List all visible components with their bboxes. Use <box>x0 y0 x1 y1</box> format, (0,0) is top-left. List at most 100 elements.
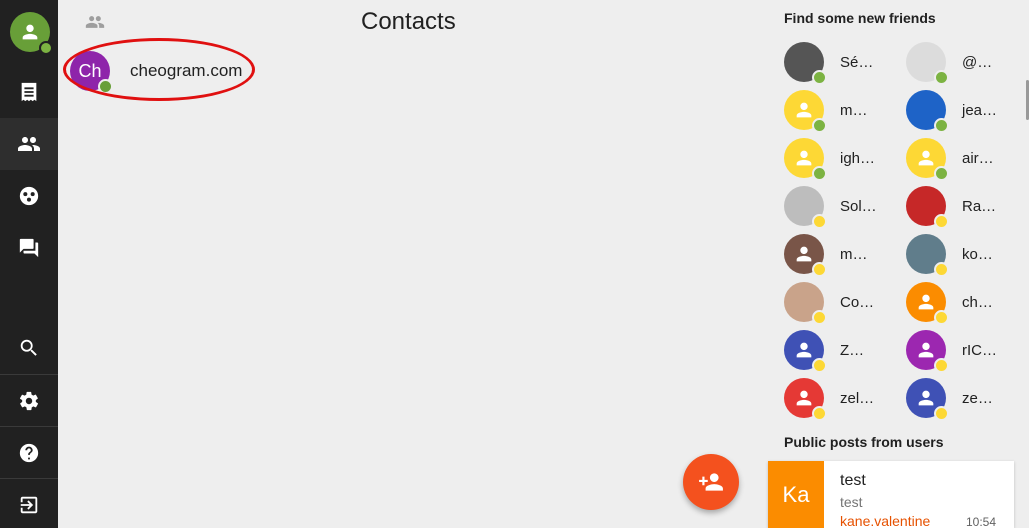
avatar <box>906 90 949 133</box>
suggestions-title: Find some new friends <box>784 10 936 26</box>
avatar <box>906 330 949 373</box>
friend-suggestion[interactable]: zel… <box>784 375 904 421</box>
person-icon <box>918 390 934 406</box>
help-icon <box>19 443 39 463</box>
nav-contacts[interactable] <box>0 118 58 170</box>
friend-name: Z… <box>840 341 865 359</box>
avatar <box>784 42 827 85</box>
avatar <box>784 186 827 229</box>
groups-icon <box>19 186 39 206</box>
friend-name: air… <box>962 149 994 167</box>
public-post-card[interactable]: Ka test test kane.valentine 10:54 <box>768 461 1014 528</box>
add-contact-button[interactable] <box>683 454 739 510</box>
avatar <box>906 234 949 277</box>
post-body: test <box>840 494 863 510</box>
contacts-header-icon <box>84 12 106 37</box>
friend-name: ze… <box>962 389 993 407</box>
friend-name: Ra… <box>962 197 997 215</box>
friend-suggestion[interactable]: m… <box>784 231 904 277</box>
avatar <box>906 282 949 325</box>
friend-name: Co… <box>840 293 875 311</box>
presence-dot <box>812 406 827 421</box>
forum-icon <box>19 238 39 258</box>
avatar: Ch <box>70 51 113 94</box>
avatar <box>906 186 949 229</box>
friend-suggestion[interactable]: ch… <box>906 279 1026 325</box>
people-icon <box>85 16 105 28</box>
nav-rail <box>0 0 58 528</box>
avatar <box>906 42 949 85</box>
friend-suggestion[interactable]: Co… <box>784 279 904 325</box>
avatar: Ka <box>768 461 824 528</box>
page-title: Contacts <box>361 8 456 35</box>
friend-name: igh… <box>840 149 876 167</box>
friend-suggestion[interactable]: jea… <box>906 87 1026 133</box>
friend-name: Sol… <box>840 197 877 215</box>
person-icon <box>918 294 934 310</box>
friend-suggestion[interactable]: Z… <box>784 327 904 373</box>
person-icon <box>796 390 812 406</box>
person-icon <box>22 24 38 40</box>
person-icon <box>918 342 934 358</box>
nav-logout[interactable] <box>0 479 58 528</box>
presence-dot <box>812 166 827 181</box>
friend-suggestion[interactable]: igh… <box>784 135 904 181</box>
friend-name: Sé… <box>840 53 874 71</box>
friend-suggestion[interactable]: Ra… <box>906 183 1026 229</box>
person-icon <box>796 342 812 358</box>
nav-settings[interactable] <box>0 375 58 427</box>
friend-name: @… <box>962 53 993 71</box>
nav-groups[interactable] <box>0 170 58 222</box>
post-time: 10:54 <box>966 515 997 528</box>
nav-help[interactable] <box>0 427 58 479</box>
contact-item[interactable]: Ch cheogram.com <box>70 46 242 96</box>
presence-dot <box>934 166 949 181</box>
presence-dot <box>812 214 827 229</box>
friend-suggestion[interactable]: Sé… <box>784 39 904 85</box>
friend-suggestion[interactable]: rIC… <box>906 327 1026 373</box>
presence-dot <box>812 358 827 373</box>
friend-name: m… <box>840 101 868 119</box>
friend-name: ko… <box>962 245 993 263</box>
presence-dot <box>98 79 113 94</box>
nav-search[interactable] <box>0 322 58 374</box>
presence-dot <box>934 262 949 277</box>
avatar <box>906 378 949 421</box>
person-icon <box>796 246 812 262</box>
friend-suggestion[interactable]: @… <box>906 39 1026 85</box>
presence-dot <box>812 70 827 85</box>
friend-name: jea… <box>962 101 998 119</box>
person-icon <box>796 102 812 118</box>
presence-dot <box>934 406 949 421</box>
friend-suggestion[interactable]: ze… <box>906 375 1026 421</box>
friend-suggestion[interactable]: m… <box>784 87 904 133</box>
avatar <box>784 90 827 133</box>
avatar <box>784 378 827 421</box>
presence-dot <box>812 118 827 133</box>
person-icon <box>918 150 934 166</box>
friend-name: ch… <box>962 293 993 311</box>
right-panel: Find some new friends Sé… @… m… jea… igh… air… <box>770 0 1029 528</box>
presence-dot <box>812 310 827 325</box>
my-avatar[interactable] <box>10 12 53 55</box>
avatar-initials: Ch <box>78 60 102 81</box>
nav-notes[interactable] <box>0 66 58 118</box>
post-author[interactable]: kane.valentine <box>840 513 930 528</box>
presence-dot <box>39 41 53 55</box>
avatar <box>784 138 827 181</box>
person-add-icon <box>699 473 723 491</box>
gear-icon <box>19 391 39 411</box>
nav-chats[interactable] <box>0 222 58 274</box>
friend-name: rIC… <box>962 341 997 359</box>
avatar <box>906 138 949 181</box>
search-icon <box>20 339 37 356</box>
receipt-icon <box>21 82 37 102</box>
presence-dot <box>934 310 949 325</box>
friend-suggestion[interactable]: air… <box>906 135 1026 181</box>
contact-name: cheogram.com <box>130 61 243 80</box>
presence-dot <box>934 118 949 133</box>
friend-suggestion[interactable]: ko… <box>906 231 1026 277</box>
friend-suggestion[interactable]: Sol… <box>784 183 904 229</box>
post-title: test <box>840 472 866 489</box>
logout-icon <box>20 496 38 514</box>
